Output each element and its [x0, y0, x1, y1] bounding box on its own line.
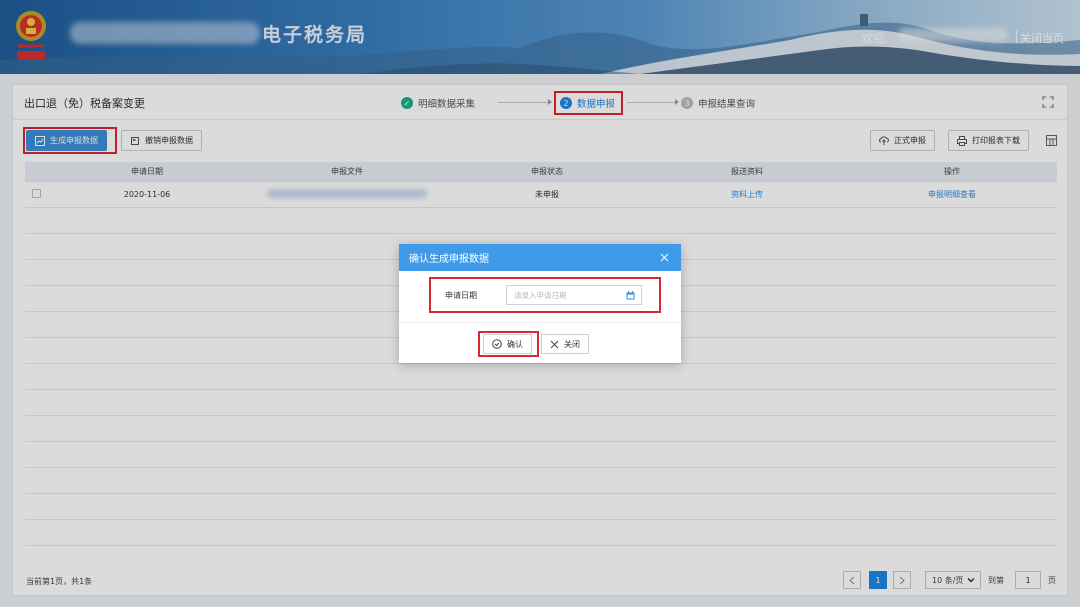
date-field-label: 申请日期 [445, 291, 477, 300]
close-icon [550, 340, 559, 349]
check-circle-icon [492, 339, 502, 349]
confirm-dialog: 确认生成申报数据 申请日期 请录入申请日期 确认 关闭 [399, 244, 681, 363]
apply-date-input[interactable]: 请录入申请日期 [506, 285, 642, 305]
date-placeholder: 请录入申请日期 [514, 290, 567, 300]
close-dialog-button[interactable]: 关闭 [541, 334, 589, 354]
calendar-icon[interactable] [626, 291, 635, 300]
dialog-header: 确认生成申报数据 [399, 244, 681, 271]
date-field-group: 申请日期 请录入申请日期 [429, 277, 661, 313]
dialog-divider [399, 322, 681, 323]
button-label: 关闭 [564, 339, 580, 349]
close-icon[interactable] [660, 253, 669, 262]
button-label: 确认 [507, 339, 523, 349]
dialog-title: 确认生成申报数据 [409, 254, 489, 265]
confirm-button[interactable]: 确认 [483, 334, 532, 354]
